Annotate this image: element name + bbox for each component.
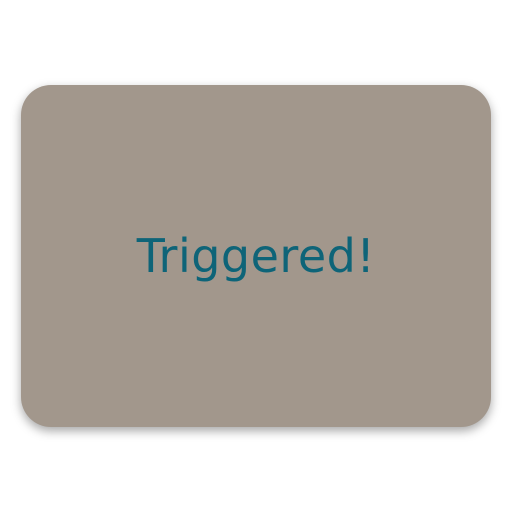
trigger-status-card: Triggered! [21,85,491,427]
app-stage: Triggered! [0,0,512,512]
status-message: Triggered! [136,229,376,283]
